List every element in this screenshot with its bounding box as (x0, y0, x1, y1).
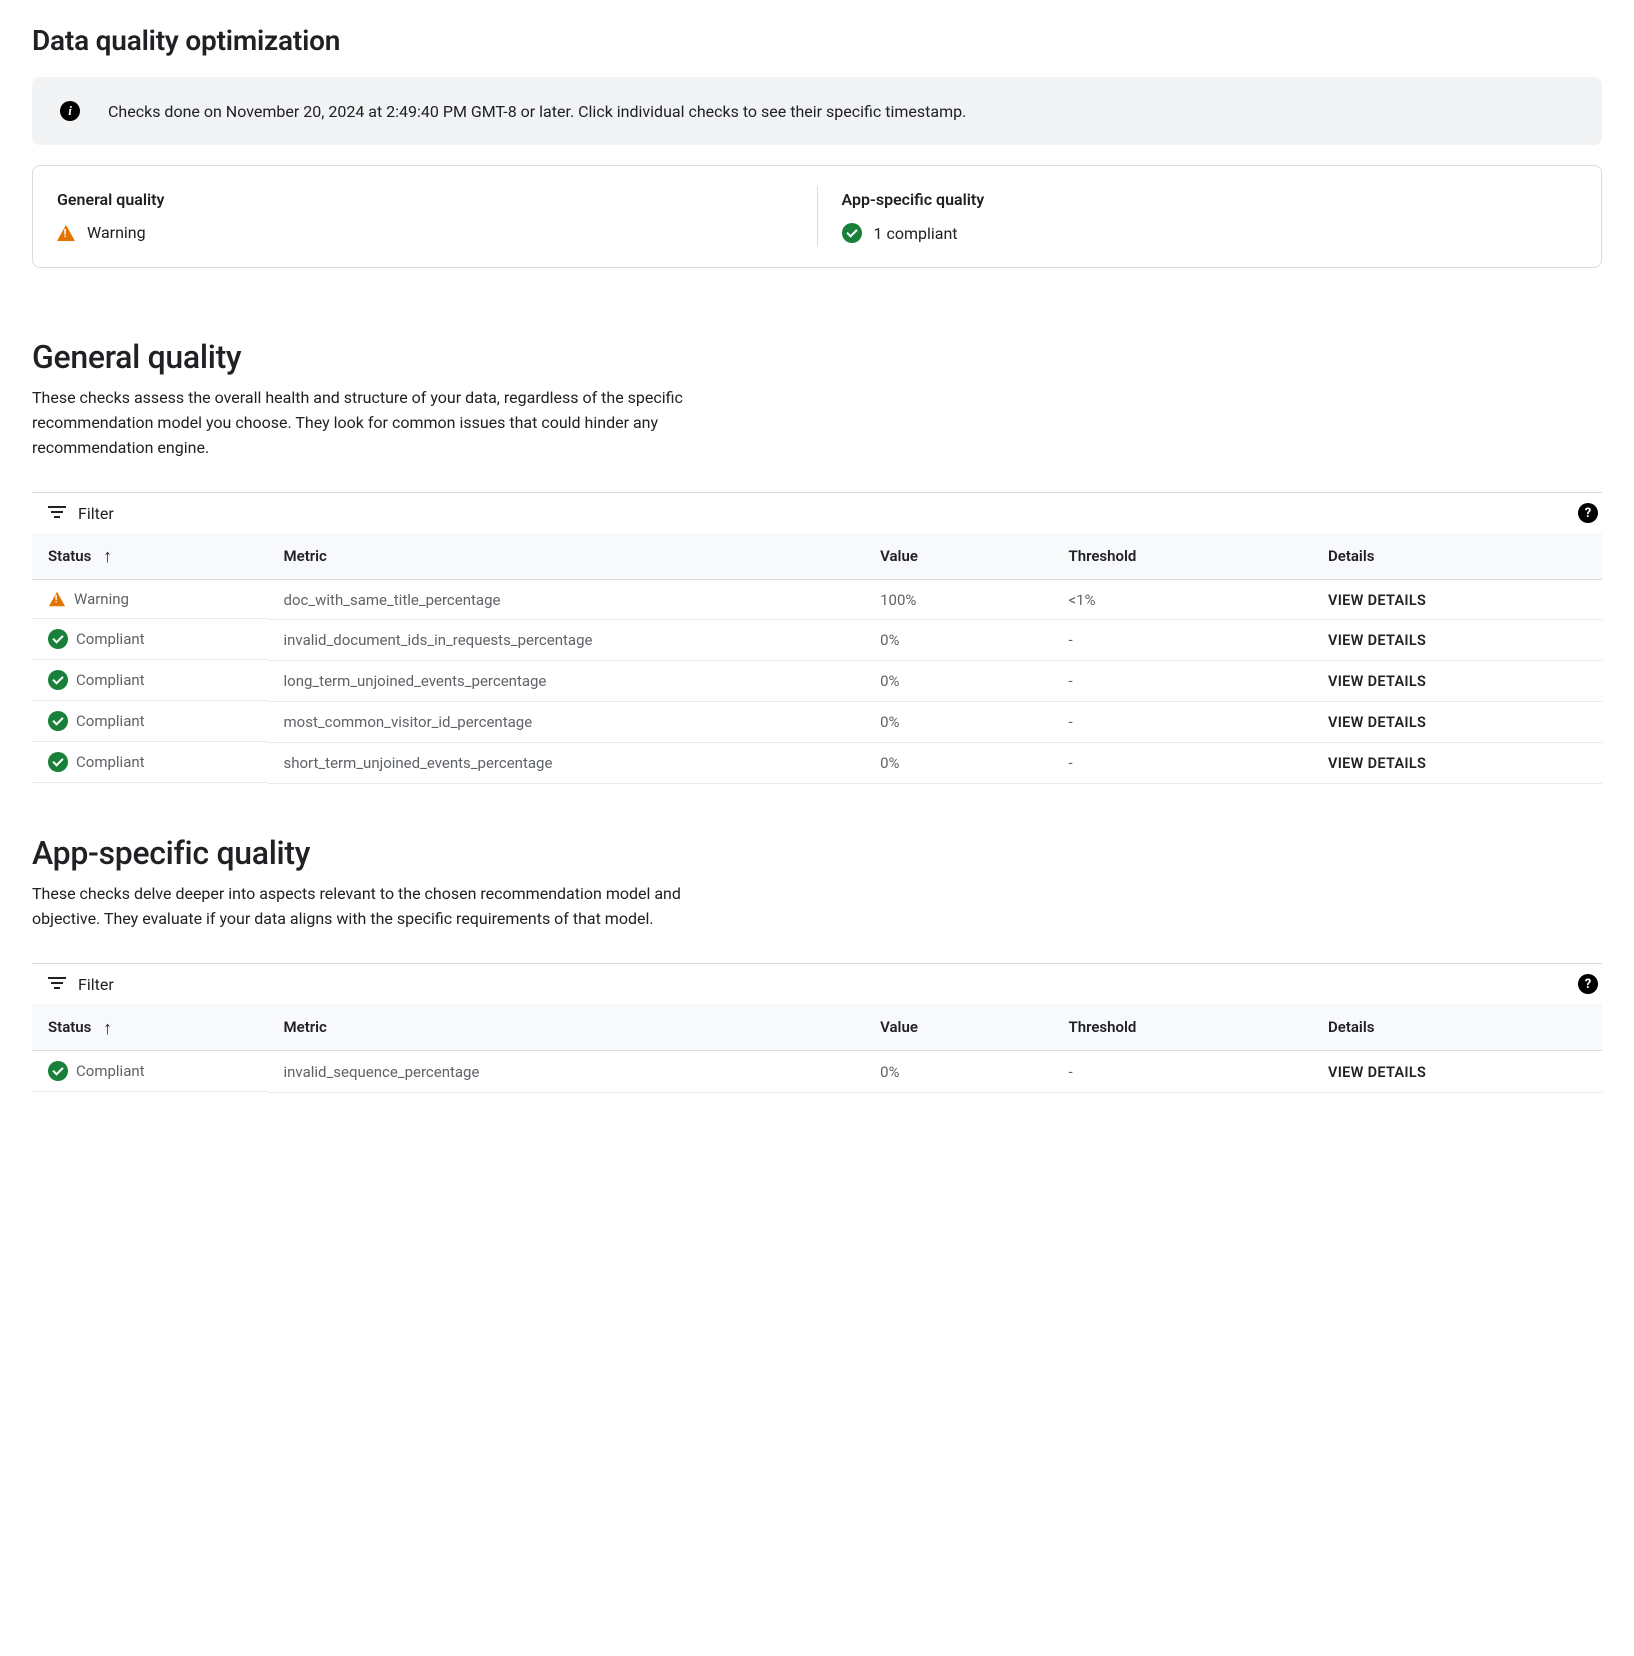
compliant-icon (48, 752, 68, 772)
table-row[interactable]: Compliant most_common_visitor_id_percenta… (32, 701, 1602, 742)
cell-value: 0% (864, 701, 1052, 742)
col-details: Details (1288, 533, 1602, 580)
summary-card: General quality Warning App-specific qua… (32, 165, 1602, 268)
view-details-link[interactable]: VIEW DETAILS (1328, 632, 1426, 649)
col-value[interactable]: Value (864, 533, 1052, 580)
info-icon: i (60, 101, 80, 121)
cell-metric: invalid_document_ids_in_requests_percent… (268, 619, 865, 660)
filter-button[interactable]: Filter (48, 975, 114, 994)
cell-value: 0% (864, 619, 1052, 660)
compliant-icon (842, 223, 862, 243)
col-metric[interactable]: Metric (268, 1004, 865, 1051)
col-threshold[interactable]: Threshold (1052, 533, 1288, 580)
summary-app-status-text: 1 compliant (874, 224, 958, 243)
table-row[interactable]: Compliant short_term_unjoined_events_perc… (32, 742, 1602, 783)
cell-value: 0% (864, 1051, 1052, 1093)
col-threshold[interactable]: Threshold (1052, 1004, 1288, 1051)
help-icon[interactable]: ? (1578, 974, 1598, 994)
cell-details: VIEW DETAILS (1288, 660, 1602, 701)
cell-details: VIEW DETAILS (1288, 742, 1602, 783)
col-status-label: Status (48, 1018, 91, 1036)
cell-status: Warning (32, 580, 268, 619)
section-desc-general: These checks assess the overall health a… (32, 386, 692, 460)
col-value[interactable]: Value (864, 1004, 1052, 1051)
cell-metric: most_common_visitor_id_percentage (268, 701, 865, 742)
cell-details: VIEW DETAILS (1288, 580, 1602, 620)
table-row[interactable]: Warning doc_with_same_title_percentage100… (32, 580, 1602, 620)
compliant-icon (48, 1061, 68, 1081)
table-row[interactable]: Compliant long_term_unjoined_events_perce… (32, 660, 1602, 701)
compliant-icon (48, 711, 68, 731)
status-text: Compliant (76, 712, 145, 730)
cell-metric: invalid_sequence_percentage (268, 1051, 865, 1093)
cell-metric: short_term_unjoined_events_percentage (268, 742, 865, 783)
section-desc-app: These checks delve deeper into aspects r… (32, 882, 692, 932)
summary-general: General quality Warning (33, 186, 818, 247)
section-heading-app: App-specific quality (32, 834, 1602, 872)
view-details-link[interactable]: VIEW DETAILS (1328, 714, 1426, 731)
warning-icon (57, 225, 75, 241)
col-metric[interactable]: Metric (268, 533, 865, 580)
status-text: Compliant (76, 753, 145, 771)
warning-icon (49, 592, 65, 606)
filter-bar-app: Filter ? (32, 963, 1602, 1004)
cell-threshold: - (1052, 660, 1288, 701)
cell-details: VIEW DETAILS (1288, 701, 1602, 742)
cell-status: Compliant (32, 742, 268, 783)
view-details-link[interactable]: VIEW DETAILS (1328, 592, 1426, 609)
summary-app-status: 1 compliant (842, 223, 1578, 243)
cell-value: 0% (864, 742, 1052, 783)
cell-threshold: - (1052, 701, 1288, 742)
cell-status: Compliant (32, 619, 268, 660)
filter-label: Filter (78, 504, 114, 523)
view-details-link[interactable]: VIEW DETAILS (1328, 755, 1426, 772)
view-details-link[interactable]: VIEW DETAILS (1328, 1064, 1426, 1081)
help-icon[interactable]: ? (1578, 503, 1598, 523)
cell-threshold: - (1052, 619, 1288, 660)
filter-icon (48, 977, 66, 991)
status-text: Compliant (76, 671, 145, 689)
status-text: Warning (74, 590, 129, 608)
summary-app: App-specific quality 1 compliant (818, 186, 1602, 247)
cell-details: VIEW DETAILS (1288, 619, 1602, 660)
summary-general-status: Warning (57, 223, 793, 242)
filter-label: Filter (78, 975, 114, 994)
table-header-row: Status ↑ Metric Value Threshold Details (32, 1004, 1602, 1051)
summary-app-title: App-specific quality (842, 190, 1578, 209)
compliant-icon (48, 670, 68, 690)
table-header-row: Status ↑ Metric Value Threshold Details (32, 533, 1602, 580)
section-heading-general: General quality (32, 338, 1602, 376)
cell-threshold: - (1052, 1051, 1288, 1093)
col-status-label: Status (48, 547, 91, 565)
status-text: Compliant (76, 1062, 145, 1080)
cell-details: VIEW DETAILS (1288, 1051, 1602, 1093)
cell-metric: long_term_unjoined_events_percentage (268, 660, 865, 701)
table-app: Status ↑ Metric Value Threshold Details … (32, 1004, 1602, 1093)
filter-icon (48, 506, 66, 520)
info-banner-text: Checks done on November 20, 2024 at 2:49… (108, 102, 966, 121)
cell-status: Compliant (32, 660, 268, 701)
summary-general-status-text: Warning (87, 223, 146, 242)
cell-value: 0% (864, 660, 1052, 701)
table-row[interactable]: Compliant invalid_sequence_percentage0%- V… (32, 1051, 1602, 1093)
col-status[interactable]: Status ↑ (32, 533, 268, 580)
table-general: Status ↑ Metric Value Threshold Details … (32, 533, 1602, 784)
view-details-link[interactable]: VIEW DETAILS (1328, 673, 1426, 690)
cell-metric: doc_with_same_title_percentage (268, 580, 865, 620)
col-details: Details (1288, 1004, 1602, 1051)
page-title: Data quality optimization (32, 24, 1602, 57)
filter-bar-general: Filter ? (32, 492, 1602, 533)
col-status[interactable]: Status ↑ (32, 1004, 268, 1051)
filter-button[interactable]: Filter (48, 504, 114, 523)
table-row[interactable]: Compliant invalid_document_ids_in_request… (32, 619, 1602, 660)
cell-status: Compliant (32, 701, 268, 742)
info-banner: i Checks done on November 20, 2024 at 2:… (32, 77, 1602, 145)
cell-threshold: <1% (1052, 580, 1288, 620)
cell-threshold: - (1052, 742, 1288, 783)
summary-general-title: General quality (57, 190, 793, 209)
compliant-icon (48, 629, 68, 649)
cell-value: 100% (864, 580, 1052, 620)
status-text: Compliant (76, 630, 145, 648)
cell-status: Compliant (32, 1051, 268, 1092)
